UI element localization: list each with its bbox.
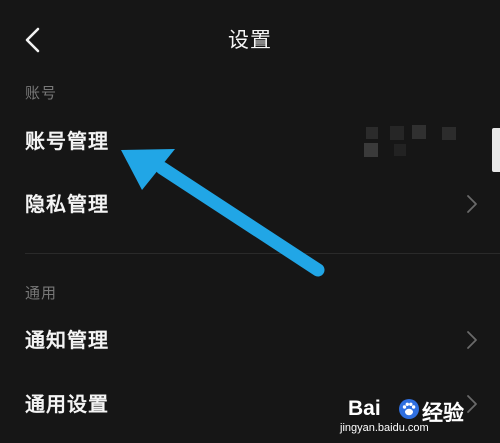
paw-icon: [399, 399, 419, 419]
chevron-right-icon: [467, 331, 477, 349]
privacy-management-item[interactable]: 隐私管理: [0, 174, 500, 234]
section-divider: [25, 253, 500, 254]
watermark-url: jingyan.baidu.com: [340, 422, 429, 434]
watermark-brand: Bai: [348, 397, 381, 420]
section-label-account: 账号: [25, 84, 58, 102]
notification-management-item[interactable]: 通知管理: [0, 310, 500, 370]
baidu-watermark: Bai 经验 jingyan.baidu.com: [340, 397, 490, 437]
page-title: 设置: [228, 28, 272, 52]
chevron-right-icon: [467, 195, 477, 213]
account-management-label: 账号管理: [25, 129, 109, 153]
section-label-general: 通用: [25, 284, 58, 302]
general-settings-label: 通用设置: [25, 392, 109, 416]
notification-management-label: 通知管理: [25, 328, 109, 352]
blurred-account-info: [360, 124, 460, 160]
header-bar: 设置: [0, 0, 500, 80]
privacy-management-label: 隐私管理: [25, 192, 109, 216]
edge-highlight: [492, 128, 500, 172]
